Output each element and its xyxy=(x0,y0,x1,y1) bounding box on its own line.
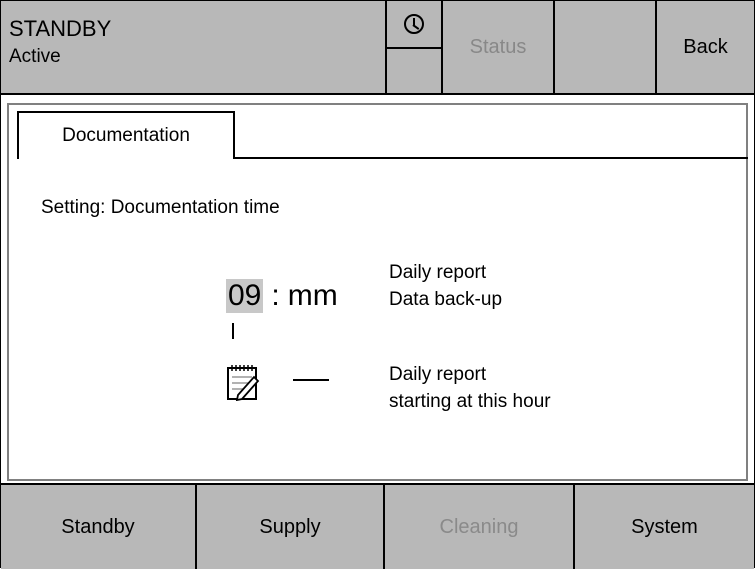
clock-icon xyxy=(404,14,424,34)
clock-lower-cell xyxy=(387,49,441,93)
tab-divider xyxy=(235,157,748,159)
hour-cursor-mark xyxy=(232,323,234,339)
tab-documentation[interactable]: Documentation xyxy=(17,111,235,159)
time-field: 09 : mm xyxy=(226,279,338,313)
clock-button[interactable] xyxy=(387,1,441,49)
mode-status: STANDBY Active xyxy=(9,15,111,71)
status-button-label: Status xyxy=(469,35,527,58)
desc-block-2: Daily report starting at this hour xyxy=(389,361,551,415)
back-button-label: Back xyxy=(683,35,728,58)
status-button[interactable]: Status xyxy=(441,1,553,93)
screen-frame: STANDBY Active Status Back Documentation… xyxy=(0,0,755,569)
desc2-line2: starting at this hour xyxy=(389,391,551,412)
cleaning-button[interactable]: Cleaning xyxy=(385,485,575,569)
desc1-line2: Data back-up xyxy=(389,289,503,310)
desc-block-1: Daily report Data back-up xyxy=(389,259,502,313)
supply-button-label: Supply xyxy=(259,515,321,538)
clock-cell xyxy=(385,1,443,93)
notepad-pencil-icon xyxy=(227,365,260,401)
desc1-line1: Daily report xyxy=(389,262,487,283)
cleaning-button-label: Cleaning xyxy=(439,515,519,538)
blank-header-cell xyxy=(553,1,655,93)
footer-bar: Standby Supply Cleaning System xyxy=(1,483,754,569)
time-separator: : xyxy=(271,279,280,312)
back-button[interactable]: Back xyxy=(655,1,754,93)
system-button-label: System xyxy=(631,515,698,538)
header-bar: STANDBY Active Status Back xyxy=(1,1,754,95)
content-panel xyxy=(7,103,748,481)
setting-label: Setting: Documentation time xyxy=(41,197,280,218)
system-button[interactable]: System xyxy=(575,485,754,569)
desc2-line1: Daily report xyxy=(389,364,487,385)
tab-label: Documentation xyxy=(62,125,190,146)
standby-button[interactable]: Standby xyxy=(1,485,197,569)
hour-field[interactable]: 09 xyxy=(226,279,264,313)
standby-button-label: Standby xyxy=(61,515,135,538)
dash-line xyxy=(293,379,329,381)
minute-field[interactable]: mm xyxy=(288,279,338,313)
mode-label: STANDBY xyxy=(9,16,112,41)
state-label: Active xyxy=(9,46,61,67)
supply-button[interactable]: Supply xyxy=(197,485,385,569)
